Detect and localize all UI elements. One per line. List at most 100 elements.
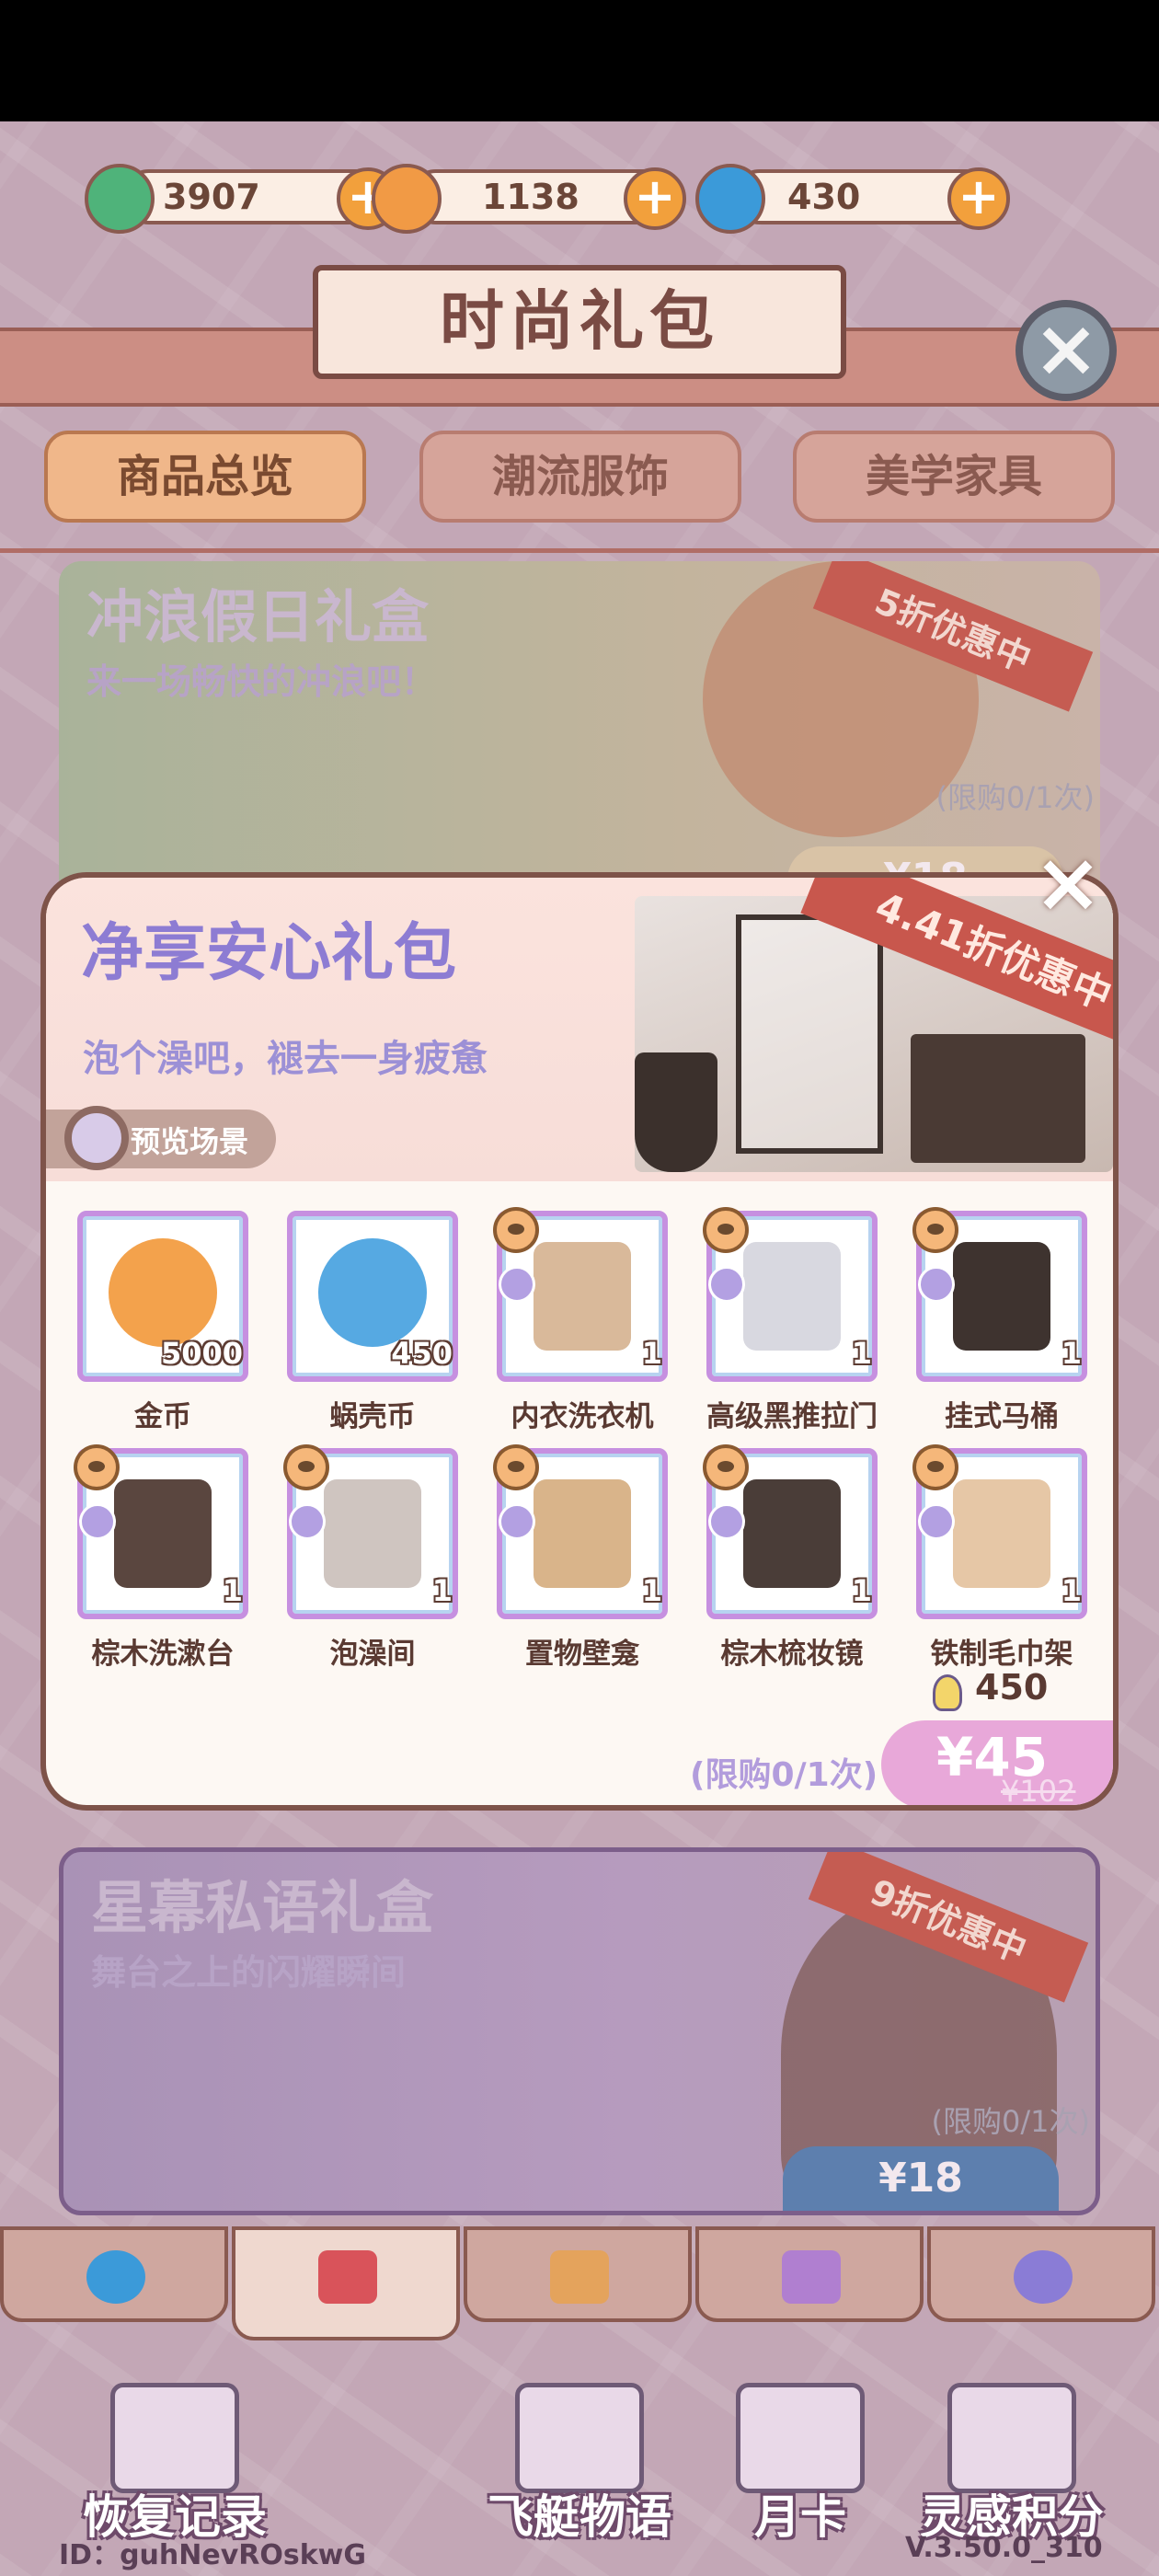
shell-coin-icon (318, 1238, 427, 1347)
item-name: 高级黑推拉门 (706, 1400, 878, 1433)
currency-value: 430 (787, 177, 861, 217)
box-icon (79, 1503, 116, 1540)
gold-coin-icon (372, 164, 442, 234)
tab-friends[interactable] (927, 2226, 1155, 2322)
item-name: 置物壁龛 (525, 1638, 639, 1671)
card-title: 冲浪假日礼盒 (86, 583, 430, 650)
inspiration-points: 450 (975, 1667, 1049, 1708)
box-icon (289, 1503, 326, 1540)
eye-icon[interactable] (912, 1207, 958, 1253)
tab-gift[interactable] (464, 2226, 692, 2322)
tab-overview[interactable]: 商品总览 (44, 431, 366, 523)
item-slot[interactable]: 1 挂式马桶 (912, 1207, 1100, 1441)
shell-coin-icon (695, 164, 765, 234)
item-name: 棕木梳妆镜 (720, 1638, 864, 1671)
item-slot[interactable]: 5000 金币 (77, 1211, 261, 1441)
status-bar (0, 0, 1159, 121)
item-slot[interactable]: 1 高级黑推拉门 (703, 1207, 890, 1441)
currency-clover: 3907 + (85, 164, 407, 234)
item-name: 挂式马桶 (945, 1400, 1059, 1433)
tab-shell[interactable] (0, 2226, 228, 2322)
close-popup-button[interactable]: × (1027, 842, 1109, 929)
item-name: 铁制毛巾架 (930, 1638, 1073, 1671)
preview-scene-button[interactable]: 预览场景 (46, 1106, 276, 1170)
popup-subtitle: 泡个澡吧，褪去一身疲惫 (83, 1038, 488, 1080)
original-price: ¥102 (1001, 1774, 1076, 1809)
item-slot[interactable]: 450 蜗壳币 (287, 1211, 471, 1441)
card-icon (736, 2383, 865, 2493)
add-gold-button[interactable]: + (624, 167, 686, 230)
shell-icon (86, 2250, 145, 2304)
add-shell-button[interactable]: + (947, 167, 1010, 230)
item-slot[interactable]: 1 置物壁龛 (493, 1444, 681, 1678)
item-name: 金币 (134, 1400, 191, 1433)
box-icon (708, 1503, 745, 1540)
preview-label: 预览场景 (131, 1124, 249, 1159)
pack-card-star[interactable]: 星幕私语礼盒 舞台之上的闪耀瞬间 9折优惠中 (限购0/1次) ¥18 (59, 1847, 1100, 2215)
friends-icon (1014, 2250, 1073, 2304)
washing-machine-icon (534, 1242, 631, 1351)
item-slot[interactable]: 1 棕木洗漱台 (74, 1444, 261, 1678)
box-icon (499, 1503, 535, 1540)
item-name: 蜗壳币 (329, 1400, 416, 1433)
box-icon (499, 1266, 535, 1303)
popup-title: 净享安心礼包 (81, 917, 457, 990)
eye-icon[interactable] (703, 1444, 749, 1490)
vanity-mirror-icon (743, 1479, 841, 1588)
price-button[interactable]: ¥18 (783, 2146, 1059, 2211)
category-tabs: 商品总览 潮流服饰 美学家具 (0, 431, 1159, 523)
item-slot[interactable]: 1 泡澡间 (283, 1444, 471, 1678)
flower-ticket-icon (515, 2383, 644, 2493)
card-subtitle: 来一场畅快的冲浪吧！ (86, 661, 437, 702)
sliding-door-icon (743, 1242, 841, 1351)
tab-furniture[interactable]: 美学家具 (793, 431, 1115, 523)
item-name: 泡澡间 (329, 1638, 416, 1671)
item-slot[interactable]: 1 内衣洗衣机 (493, 1207, 681, 1441)
item-slot[interactable]: 1 棕木梳妆镜 (703, 1444, 890, 1678)
eye-icon[interactable] (493, 1207, 539, 1253)
pack-card-surf[interactable]: 冲浪假日礼盒 来一场畅快的冲浪吧！ 5折优惠中 (限购0/1次) ¥18 (59, 561, 1100, 911)
card-title: 星幕私语礼盒 (91, 1874, 434, 1941)
page-title: 时尚礼包 (313, 265, 846, 379)
box-icon (918, 1266, 955, 1303)
user-id: ID：guhNevROskwG (59, 2539, 367, 2571)
wall-niche-icon (534, 1479, 631, 1588)
lightbulb-icon (947, 2383, 1076, 2493)
close-shop-button[interactable]: × (1016, 300, 1117, 401)
magnifier-icon (64, 1106, 129, 1170)
currency-shell: 430 + (695, 164, 1017, 234)
purchase-limit: (限购0/1次) (935, 780, 1095, 815)
airship-story-button[interactable]: 飞艇物语 (460, 2364, 699, 2576)
item-slot[interactable]: 1 铁制毛巾架 (912, 1444, 1100, 1678)
bottom-tab-bar (0, 2226, 1159, 2340)
app-version: V.3.50.0_310 (905, 2532, 1103, 2564)
washstand-icon (114, 1479, 212, 1588)
tab-clothing[interactable] (232, 2226, 460, 2340)
tab-divider (0, 548, 1159, 553)
tab-furniture-pack[interactable] (695, 2226, 924, 2322)
clipboard-icon (110, 2383, 239, 2493)
clothing-icon (318, 2250, 377, 2304)
gift-icon (550, 2250, 609, 2304)
eye-icon[interactable] (912, 1444, 958, 1490)
box-icon (918, 1503, 955, 1540)
gold-coin-icon (109, 1238, 217, 1347)
item-name: 棕木洗漱台 (91, 1638, 235, 1671)
purchase-limit: (限购0/1次) (931, 2104, 1090, 2139)
buy-button[interactable]: ¥45 ¥102 (881, 1720, 1113, 1809)
lightbulb-icon (933, 1674, 962, 1711)
eye-icon[interactable] (74, 1444, 120, 1490)
towel-rack-icon (953, 1479, 1050, 1588)
eye-icon[interactable] (703, 1207, 749, 1253)
bath-room-icon (324, 1479, 421, 1588)
box-icon (708, 1266, 745, 1303)
eye-icon[interactable] (283, 1444, 329, 1490)
furniture-icon (782, 2250, 841, 2304)
monthly-card-button[interactable]: 月卡 (681, 2364, 920, 2576)
card-subtitle: 舞台之上的闪耀瞬间 (91, 1952, 407, 1993)
item-name: 内衣洗衣机 (511, 1400, 654, 1433)
pack-detail-popup: 净享安心礼包 泡个澡吧，褪去一身疲惫 预览场景 4.41折优惠中 5000 金币 … (40, 872, 1119, 1811)
tab-fashion[interactable]: 潮流服饰 (419, 431, 741, 523)
eye-icon[interactable] (493, 1444, 539, 1490)
currency-gold: 1138 + (372, 164, 694, 234)
